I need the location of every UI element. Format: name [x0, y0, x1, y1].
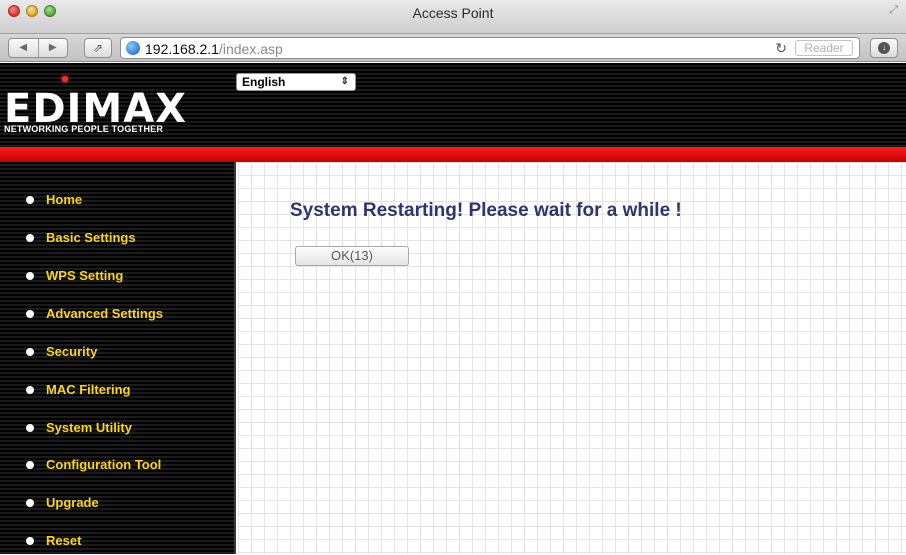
sidebar-item-label: Basic Settings: [46, 230, 136, 245]
sidebar-item-label: Advanced Settings: [46, 306, 164, 321]
bullet-icon: [26, 424, 34, 432]
window-title: Access Point: [412, 5, 494, 21]
language-select[interactable]: English ⇕: [236, 73, 356, 91]
bullet-icon: [26, 234, 34, 242]
sidebar-item-reset[interactable]: Reset: [0, 533, 230, 555]
sidebar-item-upgrade[interactable]: Upgrade: [0, 495, 230, 517]
bullet-icon: [26, 348, 34, 356]
reload-icon[interactable]: ↻: [775, 40, 787, 57]
history-navigation: ◀ ▶: [8, 38, 68, 58]
brand-tagline: NETWORKING PEOPLE TOGETHER: [4, 124, 164, 134]
sidebar-item-mac-filtering[interactable]: MAC Filtering: [0, 382, 230, 404]
bullet-icon: [26, 537, 34, 545]
url-text[interactable]: 192.168.2.1/index.asp: [145, 41, 283, 57]
page-header: EDIMAX NETWORKING PEOPLE TOGETHER: [0, 63, 906, 147]
sidebar-item-label: Home: [46, 192, 83, 207]
globe-icon: [126, 41, 140, 55]
sidebar-item-label: Reset: [46, 533, 82, 548]
sidebar-item-label: MAC Filtering: [46, 382, 131, 397]
reader-button[interactable]: Reader: [795, 40, 853, 56]
accent-bar: [0, 147, 906, 162]
share-icon[interactable]: ⇗: [84, 38, 112, 58]
forward-icon[interactable]: ▶: [39, 39, 68, 57]
sidebar-item-configuration-tool[interactable]: Configuration Tool: [0, 457, 230, 479]
bullet-icon: [26, 272, 34, 280]
bullet-icon: [26, 310, 34, 318]
url-host: 192.168.2.1: [145, 41, 219, 57]
main-content: System Restarting! Please wait for a whi…: [238, 162, 906, 554]
sidebar-item-basic-settings[interactable]: Basic Settings: [0, 230, 230, 252]
download-icon: ↓: [878, 42, 890, 54]
language-value: English: [242, 75, 286, 89]
sidebar-item-label: WPS Setting: [46, 268, 124, 283]
logo-dot-icon: [62, 76, 68, 82]
bullet-icon: [26, 499, 34, 507]
bullet-icon: [26, 461, 34, 469]
sidebar-nav: Home Basic Settings WPS Setting Advanced…: [0, 162, 236, 554]
back-icon[interactable]: ◀: [9, 39, 39, 57]
sidebar-item-wps-setting[interactable]: WPS Setting: [0, 268, 230, 290]
downloads-button[interactable]: ↓: [870, 38, 898, 58]
address-bar[interactable]: 192.168.2.1/index.asp ↻ Reader: [120, 37, 860, 59]
sidebar-item-security[interactable]: Security: [0, 344, 230, 366]
restart-message: System Restarting! Please wait for a whi…: [290, 200, 682, 221]
brand-logo: EDIMAX: [4, 86, 188, 132]
sidebar-item-label: Upgrade: [46, 495, 99, 510]
browser-toolbar: ◀ ▶ ⇗ 192.168.2.1/index.asp ↻ Reader ↓: [0, 34, 906, 62]
sidebar-item-system-utility[interactable]: System Utility: [0, 420, 230, 442]
window-titlebar: Access Point ⤢: [0, 0, 906, 34]
select-arrows-icon: ⇕: [340, 76, 349, 87]
sidebar-item-label: Configuration Tool: [46, 457, 162, 472]
bullet-icon: [26, 196, 34, 204]
sidebar-item-label: Security: [46, 344, 98, 359]
fullscreen-icon[interactable]: ⤢: [889, 4, 898, 17]
sidebar-item-label: System Utility: [46, 420, 132, 435]
sidebar-item-advanced-settings[interactable]: Advanced Settings: [0, 306, 230, 328]
url-path: /index.asp: [218, 41, 283, 57]
bullet-icon: [26, 386, 34, 394]
ok-countdown-button[interactable]: OK(13): [295, 246, 409, 266]
sidebar-item-home[interactable]: Home: [0, 192, 230, 214]
